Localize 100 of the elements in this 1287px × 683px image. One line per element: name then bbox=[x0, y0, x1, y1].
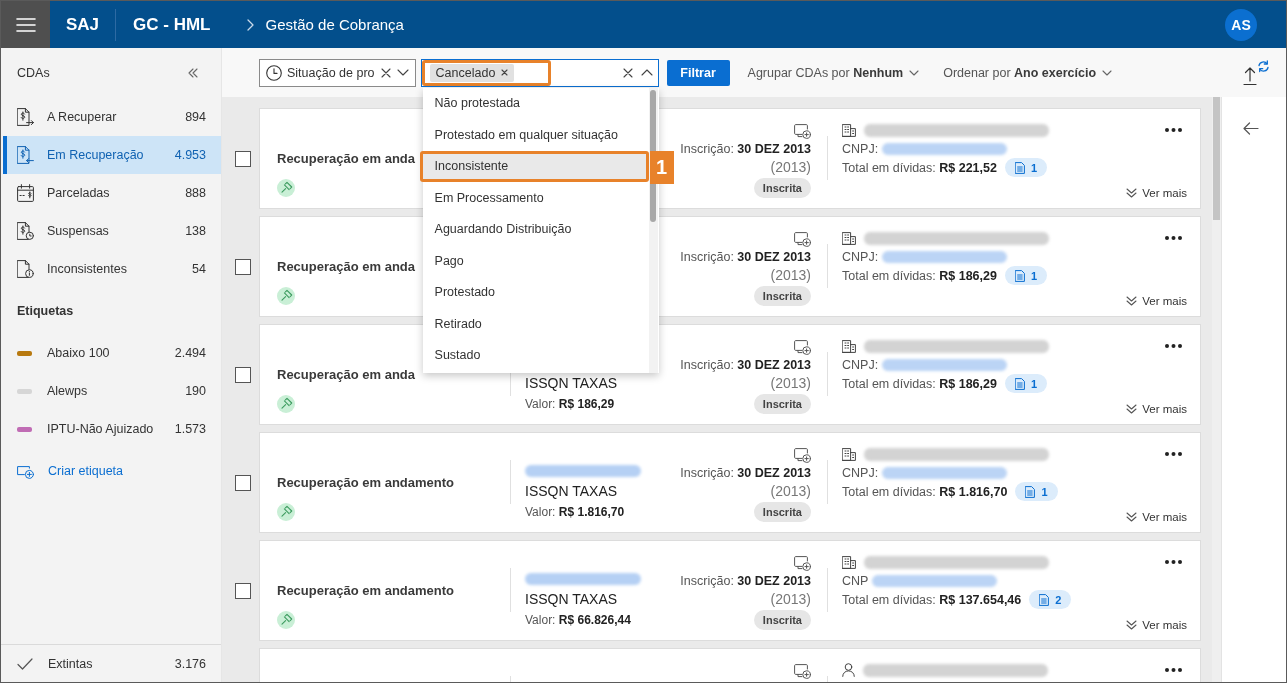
clock-icon bbox=[266, 64, 282, 81]
dropdown-option[interactable]: Aguardando Distribuição bbox=[422, 213, 649, 245]
see-more-link[interactable]: Ver mais bbox=[1126, 295, 1187, 307]
checkbox[interactable] bbox=[235, 258, 251, 275]
breadcrumb-item[interactable]: Gestão de Cobrança bbox=[265, 16, 404, 33]
inscription-date: Inscrição: 30 DEZ 2013 bbox=[680, 141, 811, 158]
double-chevron-down-icon bbox=[1126, 404, 1138, 414]
documents-badge[interactable]: 1 bbox=[1015, 482, 1058, 501]
order-by-dropdown[interactable]: Ordenar por Ano exercício bbox=[943, 65, 1113, 80]
documents-badge[interactable]: 2 bbox=[1029, 590, 1072, 609]
chevron-down-icon bbox=[1102, 69, 1113, 76]
total-text: Total em dívidas: R$ 186,29 bbox=[842, 268, 997, 283]
collapse-icon[interactable] bbox=[188, 68, 198, 78]
sidebar-item[interactable]: Extintas 3.176 bbox=[1, 644, 221, 682]
product-name: SAJ bbox=[66, 14, 100, 35]
see-more-link[interactable]: Ver mais bbox=[1126, 187, 1187, 199]
arrow-left-icon[interactable] bbox=[1243, 122, 1259, 135]
documents-badge[interactable]: 1 bbox=[1004, 158, 1048, 177]
clear-icon[interactable] bbox=[622, 67, 633, 78]
checkbox[interactable] bbox=[235, 474, 251, 491]
gavel-icon bbox=[277, 503, 295, 521]
double-chevron-down-icon bbox=[1126, 620, 1138, 630]
inscription-date: Inscrição: 30 DEZ 2013 bbox=[680, 573, 811, 590]
chevron-down-icon[interactable] bbox=[396, 69, 409, 76]
checkbox[interactable] bbox=[235, 366, 251, 383]
see-more-link[interactable]: Ver mais bbox=[1126, 511, 1187, 523]
sidebar-item[interactable]: Em Recuperação 4.953 bbox=[3, 136, 221, 174]
more-icon[interactable] bbox=[1165, 344, 1182, 348]
more-icon[interactable] bbox=[1165, 128, 1182, 132]
year-text: (2013) bbox=[770, 590, 811, 609]
card-title: Recuperação em andamento bbox=[277, 582, 454, 600]
gavel-icon bbox=[277, 287, 295, 305]
more-icon[interactable] bbox=[1165, 452, 1182, 456]
inscription-date: Inscrição: 30 DEZ 2013 bbox=[680, 249, 811, 266]
dropdown-option[interactable]: Sustado bbox=[422, 339, 649, 371]
scrollbar-thumb[interactable] bbox=[650, 89, 657, 222]
tag-item[interactable]: Alewps 190 bbox=[3, 372, 221, 410]
dropdown-option[interactable]: Protestado em qualquer situação bbox=[422, 119, 649, 151]
status-badge: Inscrita bbox=[753, 178, 811, 198]
tag-item[interactable]: Abaixo 100 2.494 bbox=[3, 334, 221, 372]
card-title: Recuperação em andamento bbox=[277, 474, 454, 492]
tag-item[interactable]: IPTU-Não Ajuizado 1.573 bbox=[3, 410, 221, 448]
total-text: Total em dívidas: R$ 137.654,46 bbox=[842, 592, 1022, 607]
year-text: (2013) bbox=[770, 482, 811, 501]
export-icon[interactable] bbox=[1242, 59, 1270, 86]
monitor-plus-icon[interactable] bbox=[794, 448, 811, 463]
dropdown-option[interactable]: Em Processamento bbox=[422, 182, 649, 214]
id-label: CNPJ: bbox=[842, 466, 879, 480]
create-tag-link[interactable]: Criar etiqueta bbox=[1, 452, 130, 490]
status-badge: Inscrita bbox=[753, 502, 811, 522]
see-more-link[interactable]: Ver mais bbox=[1126, 403, 1187, 415]
status-badge: Inscrita bbox=[753, 286, 811, 306]
filter-button[interactable]: Filtrar bbox=[666, 59, 730, 86]
year-text: (2013) bbox=[770, 266, 811, 285]
monitor-plus-icon[interactable] bbox=[794, 664, 811, 679]
monitor-plus-icon[interactable] bbox=[794, 340, 811, 355]
dropdown-option[interactable]: Não protestada bbox=[422, 87, 649, 119]
sidebar-item[interactable]: A Recuperar 894 bbox=[3, 98, 221, 136]
check-icon bbox=[17, 657, 33, 670]
menu-button[interactable] bbox=[1, 1, 50, 48]
checkbox[interactable] bbox=[235, 150, 251, 167]
checkbox[interactable] bbox=[235, 582, 251, 599]
status-badge: Inscrita bbox=[753, 394, 811, 414]
total-text: Total em dívidas: R$ 186,29 bbox=[842, 376, 997, 391]
user-avatar[interactable]: AS bbox=[1225, 8, 1257, 41]
filter-chip[interactable]: Cancelado bbox=[429, 63, 515, 82]
section-title: CDAs bbox=[17, 66, 50, 80]
sidebar-item[interactable]: Inconsistentes 54 bbox=[3, 250, 221, 288]
documents-badge[interactable]: 1 bbox=[1004, 374, 1048, 393]
dropdown-option[interactable]: Retirado bbox=[422, 308, 649, 340]
module-name: GC - HML bbox=[133, 14, 211, 35]
id-label: CNP bbox=[842, 574, 869, 588]
dropdown-option[interactable]: Pago bbox=[422, 245, 649, 277]
chevron-up-icon[interactable] bbox=[640, 69, 653, 76]
menu-icon bbox=[15, 17, 36, 32]
more-icon[interactable] bbox=[1165, 560, 1182, 564]
monitor-plus-icon[interactable] bbox=[794, 124, 811, 139]
gavel-icon bbox=[277, 179, 295, 197]
sidebar-item[interactable]: Suspensas 138 bbox=[3, 212, 221, 250]
select-field[interactable]: Situação de pro bbox=[259, 58, 416, 87]
monitor-plus-icon[interactable] bbox=[794, 232, 811, 247]
clear-icon[interactable] bbox=[380, 67, 391, 78]
documents-badge[interactable]: 1 bbox=[1004, 266, 1048, 285]
sidebar-item[interactable]: Parceladas 888 bbox=[3, 174, 221, 212]
more-icon[interactable] bbox=[1165, 668, 1182, 672]
more-icon[interactable] bbox=[1165, 236, 1182, 240]
see-more-link[interactable]: Ver mais bbox=[1126, 619, 1187, 631]
dropdown-option[interactable]: Inconsistente bbox=[422, 153, 646, 179]
remove-icon[interactable] bbox=[501, 69, 509, 76]
total-text: Total em dívidas: R$ 1.816,70 bbox=[842, 484, 1008, 499]
select-field[interactable]: Cancelado bbox=[420, 58, 659, 87]
value-text: Valor: R$ 66.826,44 bbox=[525, 612, 631, 628]
section-title: Etiquetas bbox=[17, 304, 74, 318]
monitor-plus-icon[interactable] bbox=[794, 556, 811, 571]
dropdown-option[interactable]: Protestado bbox=[422, 276, 649, 308]
id-label: CNPJ: bbox=[842, 358, 879, 372]
chevron-right-icon bbox=[246, 18, 254, 31]
double-chevron-down-icon bbox=[1126, 188, 1138, 198]
group-by-dropdown[interactable]: Agrupar CDAs por Nenhum bbox=[747, 65, 920, 80]
scrollbar-thumb[interactable] bbox=[1213, 97, 1220, 220]
